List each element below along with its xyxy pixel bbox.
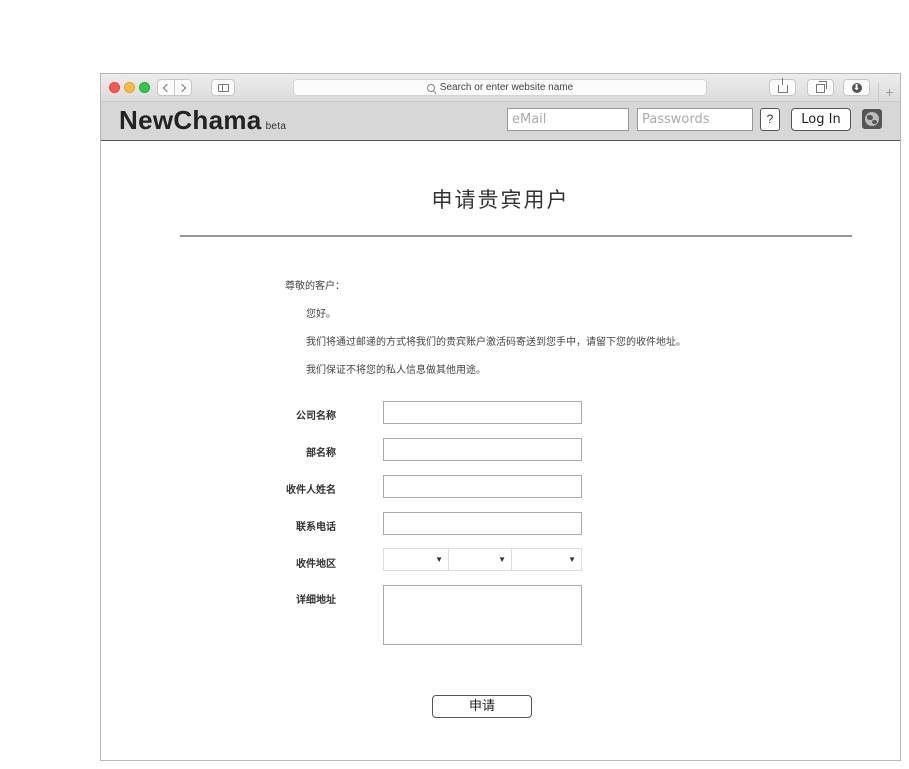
address-bar[interactable]: Search or enter website name <box>293 79 707 96</box>
recipient-label: 收件人姓名 <box>286 485 336 496</box>
language-button[interactable] <box>862 109 882 129</box>
phone-label: 联系电话 <box>296 522 336 533</box>
forward-button[interactable] <box>174 79 192 96</box>
hello-text: 您好。 <box>306 309 336 320</box>
chevron-right-icon <box>177 83 187 92</box>
download-icon: ⬇ <box>851 82 862 93</box>
site-logo[interactable]: NewChama beta <box>119 105 286 136</box>
zoom-window-button[interactable] <box>139 82 150 93</box>
back-button[interactable] <box>157 79 175 96</box>
new-tab-button[interactable]: + <box>878 83 900 102</box>
share-button[interactable] <box>769 78 796 96</box>
intro-line-2: 我们保证不将您的私人信息做其他用途。 <box>306 365 486 376</box>
login-button[interactable]: Log In <box>791 108 851 131</box>
title-divider <box>180 235 852 237</box>
globe-icon <box>865 112 879 126</box>
browser-window: Search or enter website name ⬇ + NewCham… <box>100 73 901 761</box>
tabs-icon <box>816 81 827 93</box>
chevron-down-icon: ▼ <box>435 555 443 564</box>
share-icon <box>777 78 788 93</box>
apply-button[interactable]: 申请 <box>432 695 532 718</box>
phone-field[interactable] <box>383 512 582 535</box>
brand-name: NewChama <box>119 105 262 135</box>
address-placeholder: Search or enter website name <box>439 82 574 93</box>
address-textarea[interactable] <box>383 585 582 645</box>
show-tabs-button[interactable] <box>807 79 834 96</box>
district-select[interactable]: ▼ <box>511 548 582 571</box>
intro-line-1: 我们将通过邮递的方式将我们的贵宾账户激活码寄送到您手中，请留下您的收件地址。 <box>306 337 686 348</box>
chevron-down-icon: ▼ <box>568 555 576 564</box>
minimize-window-button[interactable] <box>124 82 135 93</box>
password-field[interactable]: Passwords <box>637 108 753 131</box>
help-button[interactable]: ? <box>760 108 780 131</box>
page-title: 申请贵宾用户 <box>431 188 570 212</box>
city-select[interactable]: ▼ <box>448 548 511 571</box>
sidebar-icon <box>217 83 229 92</box>
site-header: NewChama beta eMail Passwords ? Log In <box>101 102 900 141</box>
department-field[interactable] <box>383 438 582 461</box>
company-field[interactable] <box>383 401 582 424</box>
beta-tag: beta <box>265 121 287 132</box>
email-field[interactable]: eMail <box>507 108 629 131</box>
chevron-left-icon <box>162 83 172 92</box>
recipient-field[interactable] <box>383 475 582 498</box>
chevron-down-icon: ▼ <box>498 555 506 564</box>
close-window-button[interactable] <box>109 82 120 93</box>
company-label: 公司名称 <box>296 411 336 422</box>
department-label: 部名称 <box>306 448 336 459</box>
region-label: 收件地区 <box>296 559 336 570</box>
search-icon <box>426 83 435 92</box>
province-select[interactable]: ▼ <box>383 548 448 571</box>
sidebar-toggle-button[interactable] <box>211 79 235 96</box>
address-label: 详细地址 <box>296 595 336 606</box>
greeting-text: 尊敬的客户： <box>285 281 345 292</box>
browser-toolbar: Search or enter website name ⬇ + <box>101 74 900 102</box>
downloads-button[interactable]: ⬇ <box>843 79 870 96</box>
